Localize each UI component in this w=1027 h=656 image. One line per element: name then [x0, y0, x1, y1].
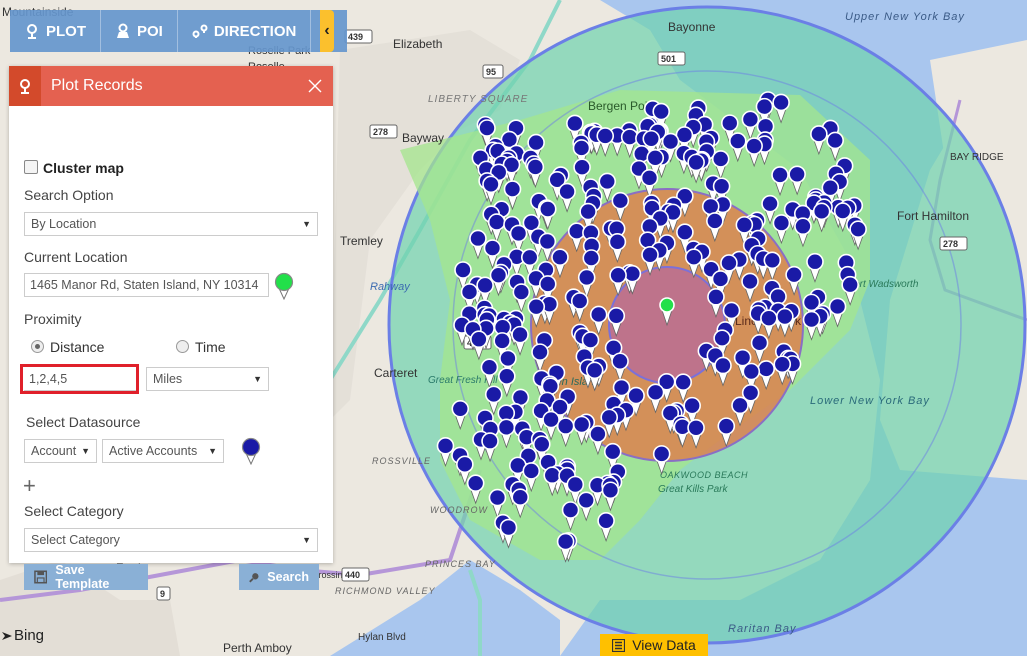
road-shield-label: 9 — [160, 589, 165, 599]
entity-value: Account — [31, 444, 77, 458]
route-icon — [192, 24, 208, 38]
plot-records-panel: Plot Records Cluster map Search Option B… — [9, 66, 333, 591]
view-select[interactable]: Active Accounts ▼ — [102, 439, 224, 463]
caret-down-icon: ▼ — [81, 446, 90, 456]
bing-label: Bing — [14, 627, 45, 644]
label-bayonne: Bayonne — [668, 20, 716, 34]
search-option-value: By Location — [31, 217, 97, 231]
search-option-label: Search Option — [24, 187, 114, 203]
road-shield-label: 501 — [661, 54, 676, 64]
label-raritan-bay: Raritan Bay — [728, 623, 797, 635]
caret-down-icon: ▼ — [208, 446, 217, 456]
datasource-label: Select Datasource — [26, 414, 141, 430]
unit-value: Miles — [153, 372, 183, 386]
label-liberty-square: LIBERTY SQUARE — [428, 94, 528, 105]
time-label: Time — [195, 339, 226, 355]
search-button[interactable]: Search — [239, 564, 319, 590]
road-shield-label: 439 — [348, 32, 363, 42]
label-upper-ny-bay: Upper New York Bay — [845, 11, 965, 23]
label-woodrow: WOODROW — [430, 505, 488, 515]
search-label: Search — [267, 570, 309, 584]
cluster-map-option[interactable]: Cluster map — [24, 160, 124, 176]
road-shield-label: 440 — [345, 570, 360, 580]
category-placeholder: Select Category — [31, 533, 120, 547]
map-pin-icon — [9, 66, 41, 106]
label-rahway: Rahway — [370, 281, 411, 293]
label-bay-ridge: BAY RIDGE — [950, 152, 1004, 163]
label-rossville: ROSSVILLE — [372, 456, 431, 466]
origin-pin-icon[interactable] — [274, 272, 294, 300]
distance-radio[interactable] — [31, 340, 44, 353]
plus-icon[interactable]: + — [23, 475, 36, 497]
bing-logo-icon — [2, 631, 12, 640]
label-perth-amboy: Perth Amboy — [223, 641, 292, 655]
label-carteret: Carteret — [374, 366, 418, 380]
label-princes-bay: PRINCES BAY — [425, 559, 496, 569]
save-template-label: Save Template — [55, 563, 110, 591]
cluster-map-label: Cluster map — [43, 160, 124, 176]
plot-button[interactable]: PLOT — [10, 10, 101, 52]
chevron-left-icon: ‹ — [324, 22, 330, 39]
label-oakwood-beach: OAKWOOD BEACH — [660, 470, 748, 480]
poi-label: POI — [137, 22, 163, 40]
close-icon — [308, 79, 322, 93]
current-location-value: 1465 Manor Rd, Staten Island, NY 10314 — [30, 278, 259, 292]
cluster-map-checkbox[interactable] — [24, 160, 38, 174]
poi-button[interactable]: POI — [101, 10, 178, 52]
current-location-input[interactable]: 1465 Manor Rd, Staten Island, NY 10314 — [24, 273, 269, 297]
distance-label: Distance — [50, 339, 105, 355]
entity-select[interactable]: Account ▼ — [24, 439, 97, 463]
label-tremley: Tremley — [340, 234, 383, 248]
proximity-label: Proximity — [24, 311, 82, 327]
distance-radio-option[interactable]: Distance — [31, 339, 104, 355]
panel-body: Cluster map Search Option By Location ▼ C… — [9, 106, 333, 591]
current-location-label: Current Location — [24, 249, 128, 265]
map-toolbar: PLOT POI DIRECTION — [10, 10, 348, 52]
label-hylan-blvd: Hylan Blvd — [358, 632, 406, 643]
road-shield-label: 95 — [486, 67, 496, 77]
search-option-select[interactable]: By Location ▼ — [24, 212, 318, 236]
direction-label: DIRECTION — [213, 22, 297, 40]
close-panel-button[interactable] — [297, 66, 333, 106]
collapse-toolbar-button[interactable]: ‹ — [320, 10, 334, 52]
caret-down-icon: ▼ — [302, 219, 311, 229]
view-value: Active Accounts — [109, 444, 198, 458]
road-shield-label: 278 — [373, 127, 388, 137]
search-icon — [249, 572, 259, 583]
datasource-pin-icon[interactable] — [241, 437, 261, 465]
panel-title: Plot Records — [51, 77, 143, 94]
category-label: Select Category — [24, 503, 124, 519]
label-great-kills-park: Great Kills Park — [658, 484, 728, 495]
label-lower-ny-bay: Lower New York Bay — [810, 395, 930, 407]
category-select[interactable]: Select Category ▼ — [24, 528, 318, 552]
caret-down-icon: ▼ — [302, 535, 311, 545]
view-data-label: View Data — [632, 637, 696, 653]
caret-down-icon: ▼ — [253, 374, 262, 384]
label-bayway: Bayway — [402, 131, 444, 145]
person-pin-icon — [117, 23, 129, 38]
panel-header: Plot Records — [9, 66, 333, 106]
label-fort-hamilton: Fort Hamilton — [897, 209, 969, 223]
unit-select[interactable]: Miles ▼ — [146, 367, 269, 391]
time-radio-option[interactable]: Time — [176, 339, 226, 355]
list-icon — [612, 638, 626, 652]
save-icon — [34, 570, 48, 584]
label-richmond-valley: RICHMOND VALLEY — [335, 586, 436, 596]
label-elizabeth: Elizabeth — [393, 37, 442, 51]
proximity-value-input[interactable]: 1,2,4,5 — [24, 367, 136, 391]
save-template-button[interactable]: Save Template — [24, 563, 148, 591]
road-shield-label: 278 — [943, 239, 958, 249]
map-pin-icon — [27, 24, 37, 39]
view-data-button[interactable]: View Data — [600, 634, 708, 656]
plot-label: PLOT — [46, 22, 86, 40]
time-radio[interactable] — [176, 340, 189, 353]
bing-attribution: Bing — [2, 627, 44, 644]
direction-button[interactable]: DIRECTION — [178, 10, 312, 52]
proximity-value: 1,2,4,5 — [29, 371, 68, 386]
